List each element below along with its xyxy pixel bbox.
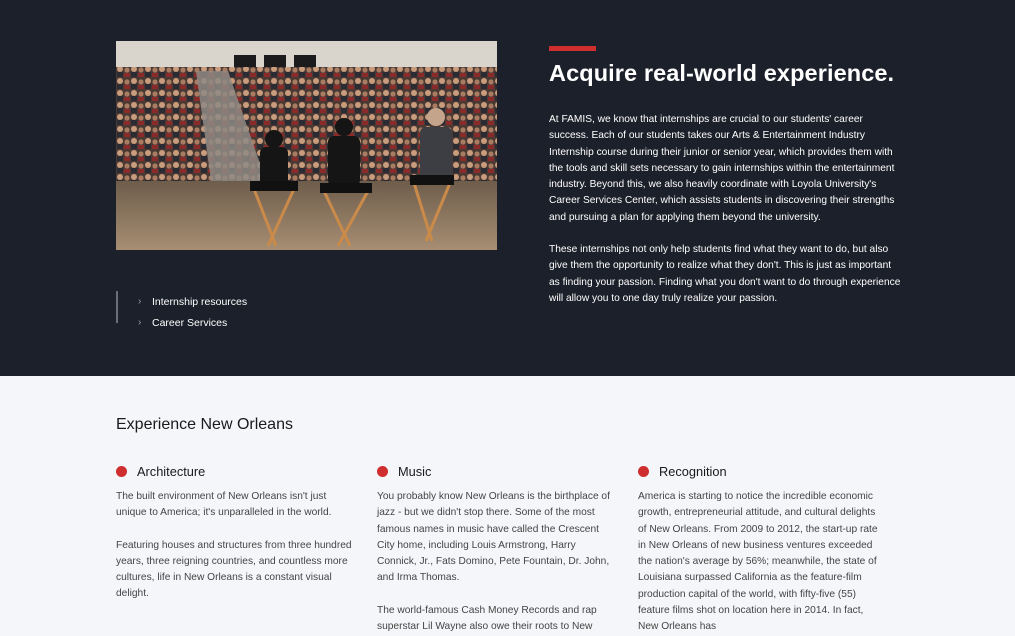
link-label: Career Services bbox=[152, 316, 228, 329]
bullet-dot-icon bbox=[638, 465, 649, 477]
chevron-right-icon: › bbox=[138, 296, 142, 307]
internship-resources-link[interactable]: › Internship resources bbox=[138, 291, 247, 312]
column-paragraph: The world-famous Cash Money Records and … bbox=[377, 604, 597, 633]
hero-section: › Internship resources › Career Services… bbox=[0, 0, 1015, 376]
column-heading: Architecture bbox=[116, 462, 356, 480]
column-paragraph: America is starting to notice the incred… bbox=[638, 491, 878, 633]
architecture-column: Architecture The built environment of Ne… bbox=[116, 462, 356, 603]
accent-bar bbox=[549, 46, 596, 51]
intro-paragraph: At FAMIS, we know that internships are c… bbox=[549, 114, 895, 223]
column-paragraph: You probably know New Orleans is the bir… bbox=[377, 491, 610, 584]
column-paragraph: Featuring houses and structures from thr… bbox=[116, 539, 352, 600]
passion-paragraph: These internships not only help students… bbox=[549, 244, 901, 304]
column-paragraph: The built environment of New Orleans isn… bbox=[116, 491, 332, 519]
column-heading: Music bbox=[377, 462, 617, 480]
section-title: Experience New Orleans bbox=[116, 416, 293, 433]
chevron-right-icon: › bbox=[138, 317, 142, 328]
bullet-dot-icon bbox=[377, 465, 388, 477]
resource-links: › Internship resources › Career Services bbox=[116, 291, 247, 329]
recognition-column: Recognition America is starting to notic… bbox=[638, 462, 878, 636]
column-heading: Recognition bbox=[638, 462, 878, 480]
panel-discussion-photo bbox=[116, 41, 497, 250]
column-heading-text: Music bbox=[398, 463, 432, 479]
column-heading-text: Architecture bbox=[137, 463, 206, 479]
career-services-link[interactable]: › Career Services bbox=[138, 312, 247, 333]
music-column: Music You probably know New Orleans is t… bbox=[377, 462, 617, 635]
bullet-dot-icon bbox=[116, 465, 127, 477]
link-label: Internship resources bbox=[152, 295, 248, 308]
column-heading-text: Recognition bbox=[659, 463, 727, 479]
page-title: Acquire real-world experience. bbox=[549, 60, 895, 86]
